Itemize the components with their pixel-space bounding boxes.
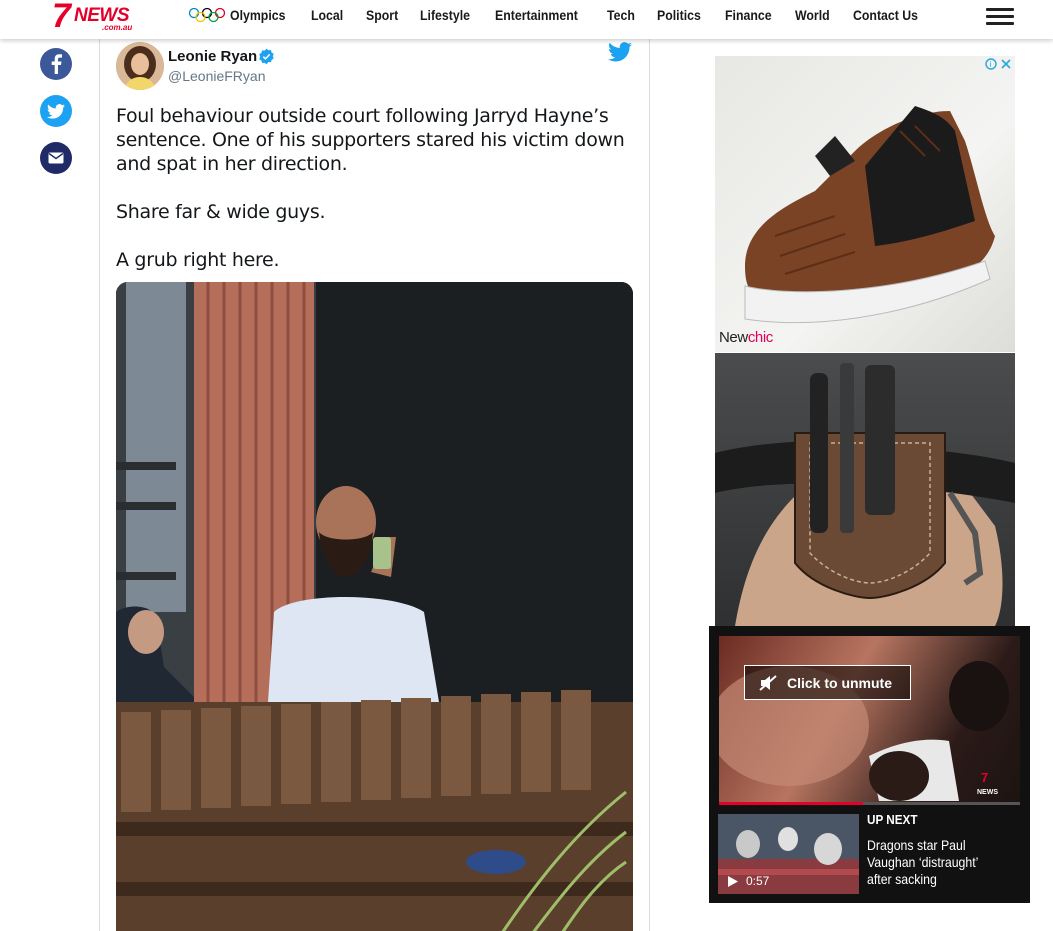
unmute-label: Click to unmute [787,674,893,691]
embedded-tweet[interactable]: Leonie Ryan @LeonieFRyan Foul behaviour … [99,30,650,931]
svg-text:i: i [990,60,992,69]
twitter-share-button[interactable] [40,95,72,127]
nav-olympics[interactable]: Olympics [230,7,285,23]
main-nav: Olympics Local Sport Lifestyle Entertain… [188,7,945,23]
video-progress-fill [719,802,864,805]
holster-image [715,363,1015,626]
site-header: 7 NEWS .com.au Olympics Local Sport Life… [0,0,1053,39]
author-name[interactable]: Leonie Ryan [168,48,257,65]
nav-sport[interactable]: Sport [366,7,398,23]
nav-world[interactable]: World [795,7,830,23]
unmute-button[interactable]: Click to unmute [744,665,911,700]
email-share-button[interactable] [40,142,72,174]
logo-domain: .com.au [102,23,133,32]
nav-tech[interactable]: Tech [607,7,635,23]
duration-label: 0:57 [746,874,770,888]
ad-choices-icon[interactable]: i [985,58,1013,70]
7news-logo[interactable]: 7 NEWS .com.au [52,0,144,35]
play-icon[interactable] [728,875,738,887]
twitter-logo-icon[interactable] [608,42,632,62]
email-icon [48,152,64,164]
tweet-text: Foul behaviour outside court following J… [116,104,626,296]
advertisement-shoe[interactable]: i Newchic [715,56,1015,352]
author-avatar[interactable] [116,42,164,90]
verified-badge-icon [259,48,274,65]
advertisement-holster[interactable] [715,353,1015,626]
video-progress-bar[interactable] [719,802,1020,805]
tweet-paragraph: Share far & wide guys. [116,201,326,223]
nav-entertainment[interactable]: Entertainment [495,7,578,23]
nav-lifestyle[interactable]: Lifestyle [420,7,470,23]
video-player-widget[interactable]: 7 NEWS Click to unmute 0:57 UP NEXT Drag… [709,626,1030,903]
ad-brand-accent: chic [747,329,773,346]
olympic-rings-icon [188,7,226,23]
up-next-thumbnail[interactable]: 0:57 [718,814,859,894]
twitter-icon [47,103,65,119]
muted-speaker-icon [759,674,777,691]
up-next-title[interactable]: Dragons star Paul Vaughan ‘distraught’ a… [867,837,990,888]
nav-contact-us[interactable]: Contact Us [853,7,918,23]
shoe-image [744,106,995,324]
video-frame[interactable]: 7 NEWS Click to unmute [719,636,1020,804]
svg-text:NEWS: NEWS [977,789,998,796]
svg-text:7: 7 [981,770,988,785]
tweet-photo[interactable] [116,282,633,931]
nav-local[interactable]: Local [311,7,343,23]
ad-brand-newchic: Newchic [719,329,773,346]
tweet-paragraph: A grub right here. [116,249,280,271]
video-duration: 0:57 [728,874,769,888]
ad-brand-part: New [719,329,748,346]
author-handle[interactable]: @LeonieFRyan [168,68,266,84]
logo-seven: 7 [52,0,71,35]
hamburger-icon[interactable] [986,8,1014,28]
tweet-paragraph: Foul behaviour outside court following J… [116,105,625,175]
nav-finance[interactable]: Finance [725,7,772,23]
nav-politics[interactable]: Politics [657,7,701,23]
facebook-share-button[interactable] [40,48,72,80]
facebook-icon [51,54,62,74]
up-next-label: UP NEXT [867,812,918,827]
